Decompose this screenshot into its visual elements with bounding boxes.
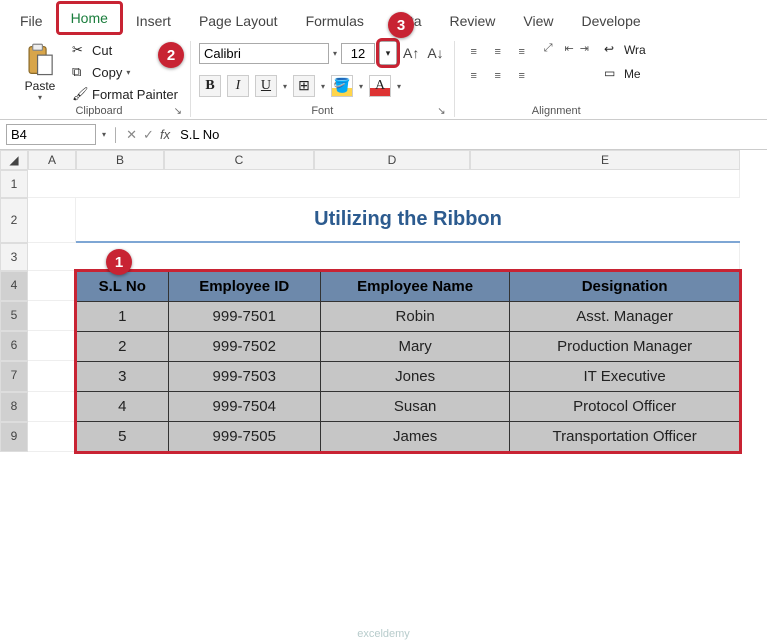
row-header[interactable]: 4 — [0, 271, 28, 301]
align-bottom-button[interactable]: ≡ — [511, 41, 533, 63]
borders-button[interactable]: ⊞ — [293, 75, 315, 97]
font-size-dropdown[interactable]: ▾ — [379, 41, 397, 65]
decrease-indent-button[interactable]: ⇤ — [564, 41, 575, 56]
row-header[interactable]: 9 — [0, 422, 28, 452]
merge-center-button[interactable]: ▭Me — [600, 65, 650, 83]
chevron-down-icon[interactable]: ▾ — [397, 82, 401, 91]
align-center-button[interactable]: ≡ — [487, 65, 509, 87]
ribbon-body: Paste ▾ ✂ Cut ⧉ Copy ▾ 🖌 Format Painter — [0, 35, 767, 120]
callout-3: 3 — [388, 12, 414, 38]
bold-button[interactable]: B — [199, 75, 221, 97]
paintbrush-icon: 🖌 — [72, 86, 88, 102]
row-header[interactable]: 2 — [0, 198, 28, 243]
row-header[interactable]: 1 — [0, 170, 28, 198]
col-header[interactable]: C — [164, 150, 314, 170]
decrease-font-icon[interactable]: A↓ — [425, 45, 445, 61]
wrap-text-button[interactable]: ↩Wra — [600, 41, 650, 59]
underline-button[interactable]: U — [255, 75, 277, 97]
sheet-title[interactable]: Utilizing the Ribbon — [76, 198, 740, 243]
table-header[interactable]: Designation — [510, 272, 740, 302]
group-font: ▾ ▾ A↑ A↓ B I U ▾ ⊞ ▾ 🪣 ▾ A ▾ Font ↘ — [191, 41, 455, 117]
increase-font-icon[interactable]: A↑ — [401, 45, 421, 61]
group-alignment: ≡ ≡ ≡ ≡ ≡ ≡ ⤢ ⇤ ⇥ ↩Wra ▭Me Alignment — [455, 41, 658, 117]
scissors-icon: ✂ — [72, 42, 88, 58]
tab-file[interactable]: File — [8, 7, 55, 35]
tab-formulas[interactable]: Formulas — [294, 7, 376, 35]
format-painter-label: Format Painter — [92, 87, 178, 102]
format-painter-button[interactable]: 🖌 Format Painter — [68, 85, 182, 103]
watermark: exceldemy — [357, 628, 410, 640]
merge-icon: ▭ — [604, 66, 620, 82]
cut-label: Cut — [92, 43, 112, 58]
row-header[interactable]: 6 — [0, 331, 28, 361]
align-left-button[interactable]: ≡ — [463, 65, 485, 87]
chevron-down-icon[interactable]: ▾ — [359, 82, 363, 91]
formula-bar: ▾ │ ✕ ✓ fx — [0, 120, 767, 150]
table-header[interactable]: Employee ID — [168, 272, 320, 302]
dialog-launcher-icon[interactable]: ↘ — [437, 106, 445, 117]
row-header[interactable]: 8 — [0, 392, 28, 422]
name-box[interactable] — [6, 124, 96, 145]
table-row: 5999-7505JamesTransportation Officer — [77, 422, 740, 452]
enter-icon[interactable]: ✓ — [143, 127, 154, 143]
tab-home[interactable]: Home — [59, 4, 120, 35]
col-header[interactable]: A — [28, 150, 76, 170]
formula-input[interactable] — [176, 125, 761, 144]
chevron-down-icon[interactable]: ▾ — [283, 82, 287, 91]
table-header[interactable]: Employee Name — [320, 272, 509, 302]
cancel-icon[interactable]: ✕ — [126, 127, 137, 143]
table-header-row: S.L No Employee ID Employee Name Designa… — [77, 272, 740, 302]
align-right-button[interactable]: ≡ — [511, 65, 533, 87]
table-row: 2999-7502MaryProduction Manager — [77, 332, 740, 362]
font-color-button[interactable]: A — [369, 75, 391, 97]
chevron-down-icon[interactable]: ▾ — [321, 82, 325, 91]
tab-developer[interactable]: Develope — [570, 7, 653, 35]
table-row: 4999-7504SusanProtocol Officer — [77, 392, 740, 422]
group-label-alignment: Alignment — [532, 105, 581, 117]
col-header[interactable]: B — [76, 150, 164, 170]
callout-2: 2 — [158, 42, 184, 68]
chevron-down-icon[interactable]: ▾ — [102, 130, 106, 139]
tab-view[interactable]: View — [511, 7, 565, 35]
group-label-clipboard: Clipboard — [75, 105, 122, 117]
row-header[interactable]: 7 — [0, 361, 28, 391]
clipboard-icon — [25, 43, 55, 77]
ribbon-tabs: File Home Insert Page Layout Formulas Da… — [0, 0, 767, 35]
row-header[interactable]: 5 — [0, 301, 28, 331]
table-row: 3999-7503JonesIT Executive — [77, 362, 740, 392]
paste-label: Paste — [25, 79, 56, 93]
font-size-input[interactable] — [341, 43, 375, 64]
align-top-button[interactable]: ≡ — [463, 41, 485, 63]
table-row: 1999-7501RobinAsst. Manager — [77, 302, 740, 332]
group-label-font: Font — [311, 105, 333, 117]
row-header[interactable]: 3 — [0, 243, 28, 271]
col-header[interactable]: D — [314, 150, 470, 170]
increase-indent-button[interactable]: ⇥ — [579, 41, 590, 56]
chevron-down-icon[interactable]: ▾ — [126, 68, 130, 77]
copy-icon: ⧉ — [72, 64, 88, 80]
data-table: S.L No Employee ID Employee Name Designa… — [76, 271, 740, 452]
callout-1: 1 — [106, 249, 132, 275]
fx-icon[interactable]: fx — [160, 127, 170, 142]
tab-insert[interactable]: Insert — [124, 7, 183, 35]
orientation-button[interactable]: ⤢ — [543, 41, 554, 56]
fill-color-button[interactable]: 🪣 — [331, 75, 353, 97]
font-name-input[interactable] — [199, 43, 329, 64]
copy-label: Copy — [92, 65, 122, 80]
table-header[interactable]: S.L No — [77, 272, 169, 302]
align-middle-button[interactable]: ≡ — [487, 41, 509, 63]
col-header[interactable]: E — [470, 150, 740, 170]
tab-review[interactable]: Review — [438, 7, 508, 35]
select-all-corner[interactable]: ◢ — [0, 150, 28, 170]
chevron-down-icon[interactable]: ▾ — [333, 49, 337, 58]
tab-page-layout[interactable]: Page Layout — [187, 7, 290, 35]
chevron-down-icon[interactable]: ▾ — [38, 93, 42, 102]
italic-button[interactable]: I — [227, 75, 249, 97]
paste-button[interactable]: Paste ▾ — [16, 41, 64, 102]
dialog-launcher-icon[interactable]: ↘ — [174, 106, 182, 117]
wrap-text-icon: ↩ — [604, 42, 620, 58]
worksheet-grid: ◢ A B C D E 1 2 Utilizing the Ribbon 3 1… — [0, 150, 767, 452]
